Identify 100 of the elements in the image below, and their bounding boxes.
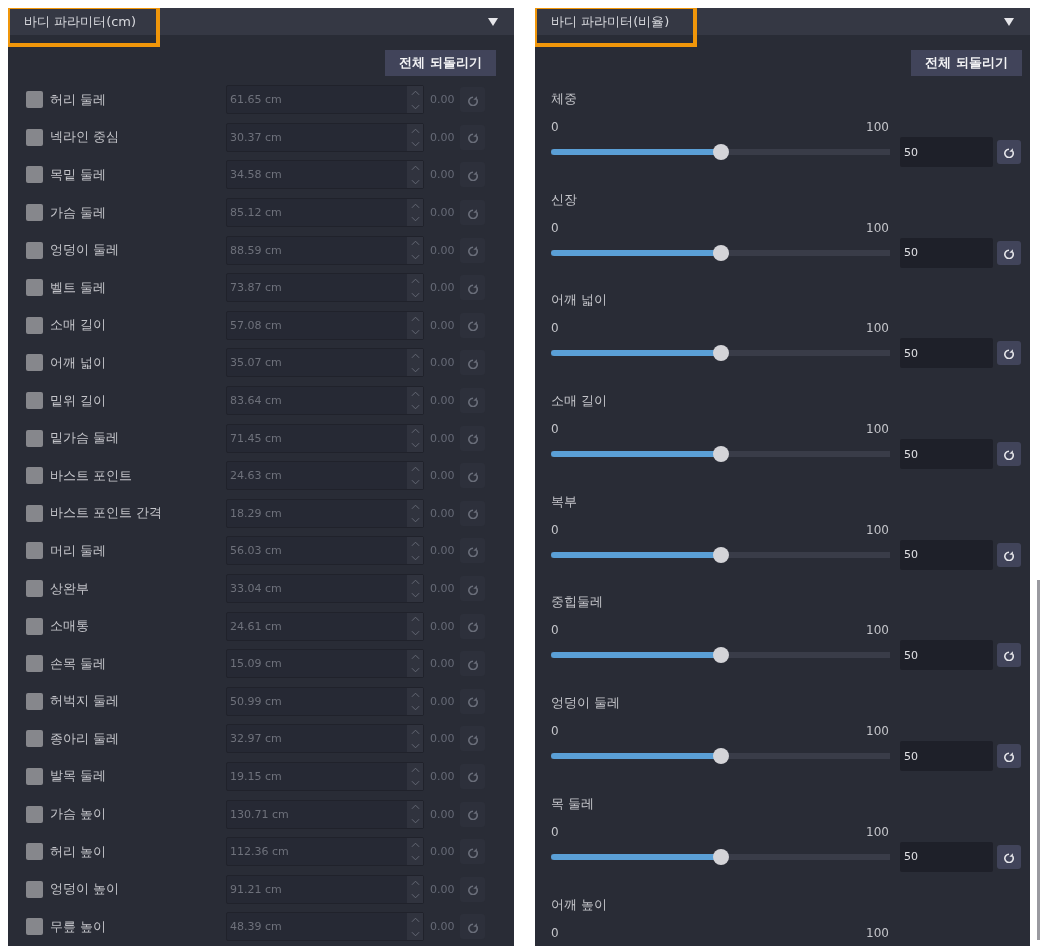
reset-icon[interactable] <box>1003 347 1015 360</box>
offset-value: 0.00 <box>430 281 456 295</box>
parameter-label: 복부 <box>551 492 578 511</box>
reset-icon[interactable] <box>1003 146 1015 158</box>
max-label: 100 <box>866 219 889 236</box>
offset-value: 0.00 <box>430 356 456 370</box>
reset-button[interactable] <box>997 844 1021 869</box>
offset-value: 0.00 <box>430 920 456 934</box>
parameter-label: 상완부 <box>50 579 90 598</box>
parameter-label: 허리 둘레 <box>50 90 108 109</box>
slider-thumb[interactable] <box>712 748 729 765</box>
slider-thumb[interactable] <box>712 647 729 664</box>
value-field[interactable]: 50 <box>900 640 993 671</box>
reset-all-button[interactable]: 전체 되돌리기 <box>911 50 1022 76</box>
parameter-label: 목밑 둘레 <box>50 166 108 184</box>
offset-value: 0.00 <box>430 206 456 220</box>
offset-value: 0.00 <box>430 93 456 107</box>
parameter-label: 종아리 둘레 <box>50 729 121 748</box>
offset-value: 0.00 <box>430 770 456 783</box>
max-label: 100 <box>866 823 889 840</box>
reset-button[interactable] <box>997 140 1021 164</box>
offset-value: 0.00 <box>430 431 456 445</box>
value-field[interactable]: 50 <box>900 338 993 369</box>
scrollbar[interactable] <box>1037 580 1040 940</box>
reset-button[interactable] <box>997 341 1021 366</box>
parameter-label: 가슴 둘레 <box>50 203 108 222</box>
offset-value: 0.00 <box>430 619 456 633</box>
slider-thumb[interactable] <box>712 848 729 865</box>
max-label: 100 <box>866 119 889 135</box>
value-field[interactable]: 50 <box>900 137 993 167</box>
reset-all-button[interactable]: 전체 되돌리기 <box>385 50 496 76</box>
offset-value: 0.00 <box>430 243 456 257</box>
min-label: 0 <box>551 119 559 135</box>
slider-thumb[interactable] <box>712 244 729 261</box>
parameter-label: 신장 <box>551 190 578 209</box>
offset-value: 0.00 <box>430 506 456 520</box>
parameter-label: 바스트 포인트 간격 <box>50 504 164 523</box>
parameter-label: 소매 길이 <box>50 316 108 335</box>
reset-icon[interactable] <box>1003 850 1015 863</box>
value-field[interactable]: 50 <box>900 741 993 772</box>
offset-value: 0.00 <box>430 807 456 821</box>
max-label: 100 <box>866 723 889 740</box>
slider-thumb[interactable] <box>712 546 729 563</box>
value-field[interactable]: 50 <box>900 439 993 470</box>
parameter-label: 어깨 높이 <box>551 895 609 914</box>
parameter-label: 체중 <box>551 90 578 108</box>
parameter-label: 손목 둘레 <box>50 654 108 673</box>
slider-thumb[interactable] <box>712 446 729 463</box>
parameter-label: 엉덩이 둘레 <box>551 694 622 713</box>
reset-icon[interactable] <box>1003 548 1015 561</box>
panel-title: 바디 파라미터(비율) <box>551 12 670 31</box>
slider-thumb[interactable] <box>712 144 729 160</box>
offset-value: 0.00 <box>430 882 456 896</box>
parameter-label: 어깨 넓이 <box>50 353 108 372</box>
parameter-label: 허리 높이 <box>50 842 108 861</box>
offset-value: 0.00 <box>430 394 456 408</box>
reset-button[interactable] <box>997 744 1021 769</box>
parameter-label: 엉덩이 둘레 <box>50 241 121 260</box>
parameter-label: 밑위 길이 <box>50 391 108 410</box>
offset-value: 0.00 <box>430 544 456 558</box>
min-label: 0 <box>551 521 559 538</box>
min-label: 0 <box>551 924 559 941</box>
parameter-label: 소매통 <box>50 617 90 636</box>
min-label: 0 <box>551 622 559 639</box>
slider-thumb[interactable] <box>712 345 729 362</box>
min-label: 0 <box>551 219 559 236</box>
parameter-label: 발목 둘레 <box>50 767 108 786</box>
offset-value: 0.00 <box>430 318 456 332</box>
reset-icon[interactable] <box>1003 649 1015 662</box>
parameter-label: 허벅지 둘레 <box>50 692 121 711</box>
reset-icon[interactable] <box>1003 448 1015 461</box>
reset-icon[interactable] <box>1003 750 1015 763</box>
offset-value: 0.00 <box>430 130 456 144</box>
offset-value: 0.00 <box>430 657 456 671</box>
parameter-label: 가슴 높이 <box>50 805 108 824</box>
reset-button[interactable] <box>997 240 1021 265</box>
max-label: 100 <box>866 421 889 438</box>
panel-header[interactable]: 바디 파라미터(비율) <box>535 8 1030 35</box>
reset-button[interactable] <box>997 542 1021 567</box>
value-field[interactable]: 50 <box>900 841 993 872</box>
panel-title: 바디 파라미터(cm) <box>24 12 137 31</box>
caret-icon[interactable] <box>1004 17 1014 26</box>
reset-icon[interactable] <box>1003 246 1015 259</box>
parameter-label: 밑가슴 둘레 <box>50 429 121 448</box>
min-label: 0 <box>551 421 559 438</box>
reset-button[interactable] <box>997 442 1021 467</box>
value-field[interactable]: 50 <box>900 237 993 268</box>
max-label: 100 <box>866 924 889 941</box>
value-field[interactable]: 50 <box>900 539 993 570</box>
panel-header[interactable]: 바디 파라미터(cm) <box>8 8 514 35</box>
parameter-label: 중힙둘레 <box>551 593 604 612</box>
parameter-label: 어깨 넓이 <box>551 291 609 310</box>
reset-button[interactable] <box>997 643 1021 668</box>
max-label: 100 <box>866 521 889 538</box>
offset-value: 0.00 <box>430 694 456 708</box>
parameter-label: 엉덩이 높이 <box>50 880 121 899</box>
caret-icon[interactable] <box>488 17 498 26</box>
offset-value: 0.00 <box>430 732 456 746</box>
parameter-label: 머리 둘레 <box>50 541 108 560</box>
min-label: 0 <box>551 823 559 840</box>
